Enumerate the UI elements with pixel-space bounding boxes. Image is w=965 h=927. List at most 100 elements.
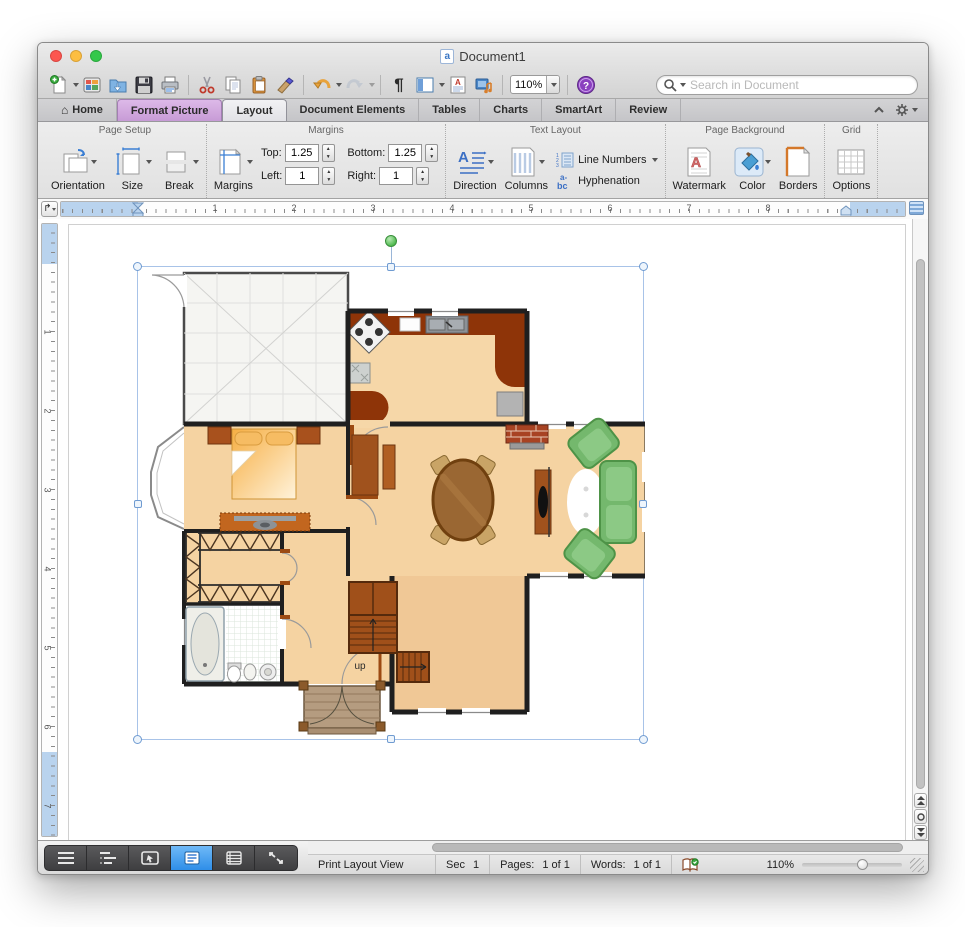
resize-handle-sw[interactable] (133, 735, 142, 744)
search-icon (664, 78, 677, 92)
direction-button[interactable]: A Direction (453, 145, 496, 192)
cut-button[interactable] (194, 72, 220, 98)
search-field[interactable] (656, 74, 918, 95)
save-button[interactable] (131, 72, 157, 98)
focus-view-button[interactable] (255, 846, 297, 870)
titlebar[interactable]: a Document1 (38, 43, 928, 69)
margin-right-label: Right: (347, 170, 377, 182)
redo-button (342, 72, 368, 98)
horizontal-scroll-thumb[interactable] (432, 843, 904, 852)
show-formatting-marks-button[interactable]: ¶ (386, 72, 412, 98)
horizontal-scrollbar[interactable] (308, 841, 928, 855)
size-icon (116, 147, 140, 175)
resize-handle-se[interactable] (639, 735, 648, 744)
print-layout-view-button[interactable] (171, 846, 213, 870)
resize-handle-e[interactable] (639, 500, 647, 508)
word-window: a Document1 ¶ A 110% ? Search in Documen… (37, 42, 929, 875)
horizontal-ruler[interactable]: 1 2 3 4 5 6 7 8 (60, 201, 906, 217)
selected-picture[interactable]: up (133, 235, 648, 744)
resize-handle-n[interactable] (387, 263, 395, 271)
pages-status[interactable]: Pages: 1 of 1 (490, 855, 581, 874)
vertical-scrollbar[interactable] (912, 219, 928, 842)
page-color-button[interactable]: Color (734, 145, 771, 192)
open-button[interactable] (105, 72, 131, 98)
tab-tables[interactable]: Tables (419, 99, 481, 121)
draft-view-button[interactable] (45, 846, 87, 870)
split-view-handle[interactable] (909, 201, 924, 215)
zoom-slider-knob[interactable] (857, 858, 868, 870)
margin-bottom-input[interactable] (388, 144, 423, 162)
print-button[interactable] (157, 72, 183, 98)
vertical-ruler[interactable]: 1 2 3 4 5 6 7 (41, 223, 58, 837)
search-scope-caret[interactable] (680, 82, 686, 87)
previous-page-button[interactable] (914, 793, 927, 808)
zoom-slider[interactable] (802, 858, 902, 870)
bay-window (150, 426, 185, 530)
tab-document-elements[interactable]: Document Elements (287, 99, 420, 121)
resize-handle-w[interactable] (134, 500, 142, 508)
browse-object-button[interactable] (914, 809, 927, 824)
tab-home[interactable]: ⌂ Home (48, 99, 117, 121)
copy-button[interactable] (220, 72, 246, 98)
vertical-scroll-thumb[interactable] (916, 259, 925, 789)
paste-button[interactable] (246, 72, 272, 98)
show-gallery-button[interactable] (79, 72, 105, 98)
section-status[interactable]: Sec 1 (436, 855, 491, 874)
resize-grip[interactable] (910, 857, 924, 872)
sidebar-button[interactable] (412, 72, 438, 98)
page-borders-icon (785, 146, 811, 177)
help-button[interactable]: ? (573, 72, 599, 98)
next-page-button[interactable] (914, 825, 927, 840)
tab-review[interactable]: Review (616, 99, 682, 121)
search-input[interactable] (690, 77, 911, 92)
columns-button[interactable]: Columns (505, 145, 548, 192)
resize-handle-ne[interactable] (639, 262, 648, 271)
collapse-ribbon-button[interactable] (873, 106, 885, 114)
new-document-button[interactable] (46, 72, 72, 98)
orientation-button[interactable]: Orientation (51, 145, 105, 192)
tab-layout[interactable]: Layout (222, 99, 287, 121)
margin-left-stepper[interactable]: ▲ ▼ (322, 167, 336, 185)
line-numbers-button[interactable]: 123 Line Numbers (556, 152, 658, 168)
tab-format-picture[interactable]: Format Picture (116, 99, 223, 121)
document-page[interactable]: up (68, 224, 906, 854)
tab-charts[interactable]: Charts (480, 99, 543, 121)
hyphenation-button[interactable]: a-bc Hyphenation (556, 172, 657, 190)
margin-right-input[interactable] (379, 167, 414, 185)
page-borders-button[interactable]: Borders (779, 145, 817, 192)
break-button[interactable]: Break (160, 145, 199, 192)
styles-toolbox-button[interactable]: A (445, 72, 471, 98)
rotate-handle[interactable] (385, 235, 397, 247)
margin-bottom-stepper[interactable]: ▲ ▼ (425, 144, 439, 162)
words-status[interactable]: Words: 1 of 1 (581, 855, 673, 874)
margin-left-input[interactable] (285, 167, 320, 185)
outline-view-button[interactable] (87, 846, 129, 870)
zoom-caret[interactable] (546, 76, 560, 93)
tab-smartart[interactable]: SmartArt (542, 99, 617, 121)
spelling-status[interactable] (672, 855, 709, 874)
margins-button[interactable]: Margins (214, 145, 253, 192)
undo-button[interactable] (309, 72, 335, 98)
notebook-layout-view-button[interactable] (213, 846, 255, 870)
view-status[interactable]: Print Layout View (308, 855, 436, 874)
zoom-percent-label: 110% (766, 858, 794, 871)
resize-handle-nw[interactable] (133, 262, 142, 271)
grid-options-button[interactable]: Options (832, 145, 870, 192)
publishing-layout-view-button[interactable] (129, 846, 171, 870)
margin-top-input[interactable] (284, 144, 319, 162)
watermark-button[interactable]: A Watermark (673, 145, 726, 192)
format-painter-button[interactable] (272, 72, 298, 98)
floor-plan-image[interactable]: up (138, 267, 645, 741)
tab-stop-selector[interactable]: ↱ (41, 201, 58, 217)
resize-handle-s[interactable] (387, 735, 395, 743)
window-chrome: a Document1 ¶ A 110% ? Search in Documen… (38, 43, 928, 99)
margin-right-stepper[interactable]: ▲ ▼ (416, 167, 430, 185)
hyphenation-icon: a-bc (557, 173, 568, 190)
margin-top-stepper[interactable]: ▲ ▼ (321, 144, 335, 162)
size-button[interactable]: Size (113, 145, 152, 192)
indent-markers[interactable] (132, 202, 144, 217)
zoom-combo[interactable]: 110% (510, 75, 561, 94)
ribbon-settings-button[interactable] (895, 103, 918, 117)
media-browser-button[interactable] (471, 72, 497, 98)
right-margin-marker[interactable] (840, 205, 852, 216)
